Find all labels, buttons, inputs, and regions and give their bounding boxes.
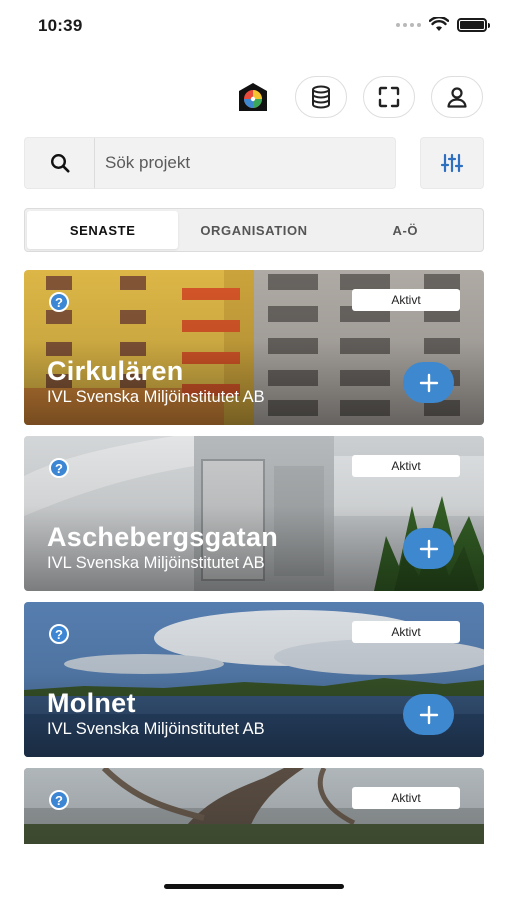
project-title: Aschebergsgatan	[47, 522, 279, 552]
project-card[interactable]: ? Aktivt	[24, 768, 484, 844]
status-badge: Aktivt	[352, 455, 460, 477]
filter-button[interactable]	[420, 137, 484, 189]
project-title: Molnet	[47, 688, 136, 718]
database-button[interactable]	[295, 76, 347, 118]
status-badge: Aktivt	[352, 787, 460, 809]
add-button[interactable]	[403, 528, 454, 569]
project-title: Cirkulären	[47, 356, 184, 386]
search-input[interactable]	[97, 138, 393, 188]
app-logo-icon[interactable]	[237, 81, 269, 113]
help-icon[interactable]: ?	[49, 292, 69, 312]
add-button[interactable]	[403, 694, 454, 735]
status-badge: Aktivt	[352, 289, 460, 311]
status-badge: Aktivt	[352, 621, 460, 643]
database-icon	[312, 85, 330, 109]
project-organization: IVL Svenska Miljöinstitutet AB	[47, 388, 265, 406]
project-card[interactable]: ? Aktivt Molnet IVL Svenska Miljöinstitu…	[24, 602, 484, 757]
add-button[interactable]	[403, 362, 454, 403]
wifi-icon	[429, 17, 449, 31]
search-button[interactable]	[25, 138, 95, 188]
status-bar: 10:39	[0, 0, 507, 52]
project-organization: IVL Svenska Miljöinstitutet AB	[47, 554, 265, 572]
battery-icon	[457, 17, 490, 32]
search-row	[24, 137, 484, 189]
signal-icon	[396, 22, 421, 27]
project-card[interactable]: ? Aktivt Aschebergsgatan IVL Svenska Mil…	[24, 436, 484, 591]
tab-organisation[interactable]: ORGANISATION	[178, 211, 329, 249]
plus-icon	[419, 373, 438, 392]
search-box	[24, 137, 396, 189]
help-icon[interactable]: ?	[49, 458, 69, 478]
tab-senaste[interactable]: SENASTE	[27, 211, 179, 249]
help-icon[interactable]: ?	[49, 624, 69, 644]
help-icon[interactable]: ?	[49, 790, 69, 810]
scan-button[interactable]	[363, 76, 415, 118]
project-organization: IVL Svenska Miljöinstitutet AB	[47, 720, 265, 738]
user-icon	[447, 87, 467, 108]
search-icon	[50, 153, 69, 173]
tab-a-o[interactable]: A-Ö	[330, 211, 481, 249]
profile-button[interactable]	[431, 76, 483, 118]
plus-icon	[419, 539, 438, 558]
filter-sliders-icon	[440, 153, 464, 173]
status-icons	[396, 17, 490, 32]
home-indicator	[164, 884, 344, 889]
scan-frame-icon	[378, 86, 400, 108]
sort-tabs: SENASTE ORGANISATION A-Ö	[24, 208, 484, 252]
plus-icon	[419, 705, 438, 724]
status-time: 10:39	[38, 16, 83, 35]
project-card[interactable]: ? Aktivt Cirkulären IVL Svenska Miljöins…	[24, 270, 484, 425]
top-toolbar	[237, 76, 483, 118]
